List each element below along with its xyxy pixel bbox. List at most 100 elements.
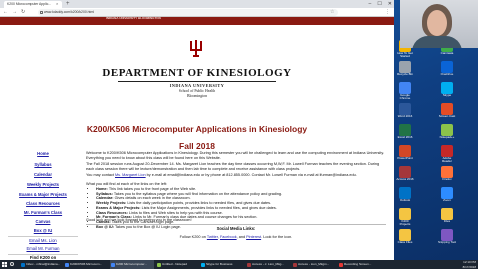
bookmark-star-icon[interactable]: ☆ [330,9,334,16]
desktop-icon[interactable]: Class Files [396,229,414,251]
desktop-icon-image [441,103,453,115]
address-bar: ← → ↻ www.kdaddy.com/k200/k200.html ☆ ⋮ [0,8,394,17]
desktop-icon-label: PowerPoint [397,157,413,160]
desktop-icon[interactable]: Firefox [438,166,456,188]
desktop-icon-label: Word 2016 [397,115,413,118]
maximize-button[interactable]: ☐ [377,0,381,8]
desktop-icon-label: Firefox [442,178,452,181]
desktop-icon-label: K200 Projects [399,220,411,227]
contact-text-a: You may contact [86,173,114,177]
desktop-icon-image [399,124,411,136]
lion-contact-link[interactable]: Ms. Margaret Lion [115,173,146,177]
clock-date: 8/17/2018 [462,264,476,269]
taskbar-item[interactable]: K200 Microcomputer... [110,260,154,269]
taskbar-item[interactable]: Access - Lion_Mkgm... [292,260,336,269]
taskbar-item[interactable]: Access - c: Lion_Mkg... [246,260,290,269]
close-window-button[interactable]: ✕ [388,0,392,8]
desktop-icon[interactable]: OneDrive [438,61,456,83]
sidebar-divider [8,236,78,237]
desktop-icon-label: Excel 2016 [397,136,413,139]
desktop-icon[interactable]: Google Chrome [396,82,414,104]
browser-menu-icon[interactable]: ⋮ [385,9,390,16]
desktop-icon[interactable]: Notepad++ [438,124,456,146]
social-twitter-link[interactable]: Twitter [207,235,218,239]
desktop-icon-image [441,124,453,136]
taskbar-item[interactable]: Untitled - Notepad [156,260,200,269]
desktop-icon-label: Camtasia [440,52,454,55]
new-tab-button[interactable]: + [66,0,70,8]
desktop-icon[interactable]: Recycle Bin [396,61,414,83]
taskbar-app-icon [293,262,297,267]
desktop-icon[interactable]: Zoom [438,187,456,209]
link-description-key: Exams & Major Projects: [96,205,141,210]
desktop-icon-image [441,145,453,157]
social-pinterest-link[interactable]: Pinterest [246,235,261,239]
sidebar-item-furman-class[interactable]: Mr. Furman's Class [4,210,82,215]
sidebar-item-class-resources[interactable]: Class Resources [4,201,82,206]
clock-time: 12:10 PM [463,260,476,264]
taskbar-app-icon [201,262,205,267]
tab-close-icon[interactable]: × [56,1,58,6]
minimize-button[interactable]: – [369,0,372,8]
windows-start-icon[interactable] [2,262,7,267]
social-text-a: Follow K200 on [179,235,206,239]
desktop-icon-label: Files [443,220,451,223]
desktop-icon[interactable]: PowerPoint [396,145,414,167]
forward-icon[interactable]: → [12,9,17,16]
taskbar-item-label: Access - c: Lion_Mkg... [252,262,284,266]
sidebar-item-weekly-projects[interactable]: Weekly Projects [4,182,82,187]
search-icon[interactable] [10,262,14,266]
taskbar-app-icon [247,262,251,267]
browser-window: K200 Microcomputer Applic... × + – ☐ ✕ ←… [0,0,394,260]
email-furman-link[interactable]: Email Mr. Furman [4,246,82,251]
taskbar-item-label: Access - Lion_Mkgm... [298,262,330,266]
desktop-icon[interactable]: Word 2016 [396,103,414,125]
window-controls: – ☐ ✕ [369,0,392,8]
desktop-icon[interactable]: Skype [438,82,456,104]
taskbar-app-icon [157,262,161,267]
reload-icon[interactable]: ↻ [21,9,25,16]
social-facebook-link[interactable]: Facebook [220,235,237,239]
desktop-icon-label: How To Get Started [397,52,413,59]
desktop-icon[interactable]: Excel 2016 [396,124,414,146]
desktop-icon-label: Class Files [397,241,413,244]
left-navigation: Home Syllabus Calendar Weekly Projects E… [4,17,82,260]
desktop-icon-image [441,82,453,94]
email-lion-link[interactable]: Email Ms. Lion [4,238,82,243]
taskbar-app-icon [111,262,115,267]
url-input[interactable]: www.kdaddy.com/k200/k200.html [38,9,338,16]
desktop-icon[interactable]: K200 Projects [396,208,414,230]
taskbar-item[interactable]: K200/K506 Microcom... [64,260,108,269]
link-description-text: Links to files and Web sites to help you… [127,210,223,215]
link-description-text: Lists the daily participation points, pr… [126,201,272,206]
desktop-icon-image [399,208,411,220]
sidebar-item-calendar[interactable]: Calendar [4,172,82,177]
taskbar-item-label: Untitled - Notepad [162,262,187,266]
link-description-key: Class Resources: [96,210,128,215]
desktop-icon[interactable]: Access 2016 [396,166,414,188]
sidebar-item-exams[interactable]: Exams & Major Projects [4,192,82,197]
desktop-icon[interactable]: Adobe Reader [438,145,456,167]
link-description-text: Gives details on each week in the classr… [113,196,191,201]
desktop-icon[interactable]: Outlook [396,187,414,209]
sidebar-item-canvas[interactable]: Canvas [4,219,82,224]
main-content: Welcome to K200/K506 Microcomputer Appli… [86,151,386,260]
taskbar-item-label: K200 Microcomputer... [116,262,147,266]
taskbar-item[interactable]: Skype for Business [200,260,244,269]
desktop-icon[interactable]: Screen Cast [438,103,456,125]
sidebar-item-home[interactable]: Home [4,151,82,156]
system-tray-clock[interactable]: 12:10 PM 8/17/2018 [463,260,476,269]
desktop-icon[interactable]: Files [438,208,456,230]
taskbar-item-label: K200/K506 Microcom... [70,262,103,266]
sidebar-item-syllabus[interactable]: Syllabus [4,162,82,167]
browser-tab[interactable]: K200 Microcomputer Applic... [4,1,62,8]
taskbar-item[interactable]: Recording Screen... [338,260,382,269]
sidebar-item-box[interactable]: Box @ IU [4,228,82,233]
link-description-key: Syllabus: [96,191,113,196]
term-heading: Fall 2018 [179,141,215,151]
desktop-icon-label: Skype [442,94,452,97]
desktop-icon-image [441,166,453,178]
desktop-icon[interactable]: Snipping Tool [438,229,456,251]
back-icon[interactable]: ← [3,9,8,16]
taskbar-item[interactable]: Inbox - mfinal@indiana... [20,260,64,269]
